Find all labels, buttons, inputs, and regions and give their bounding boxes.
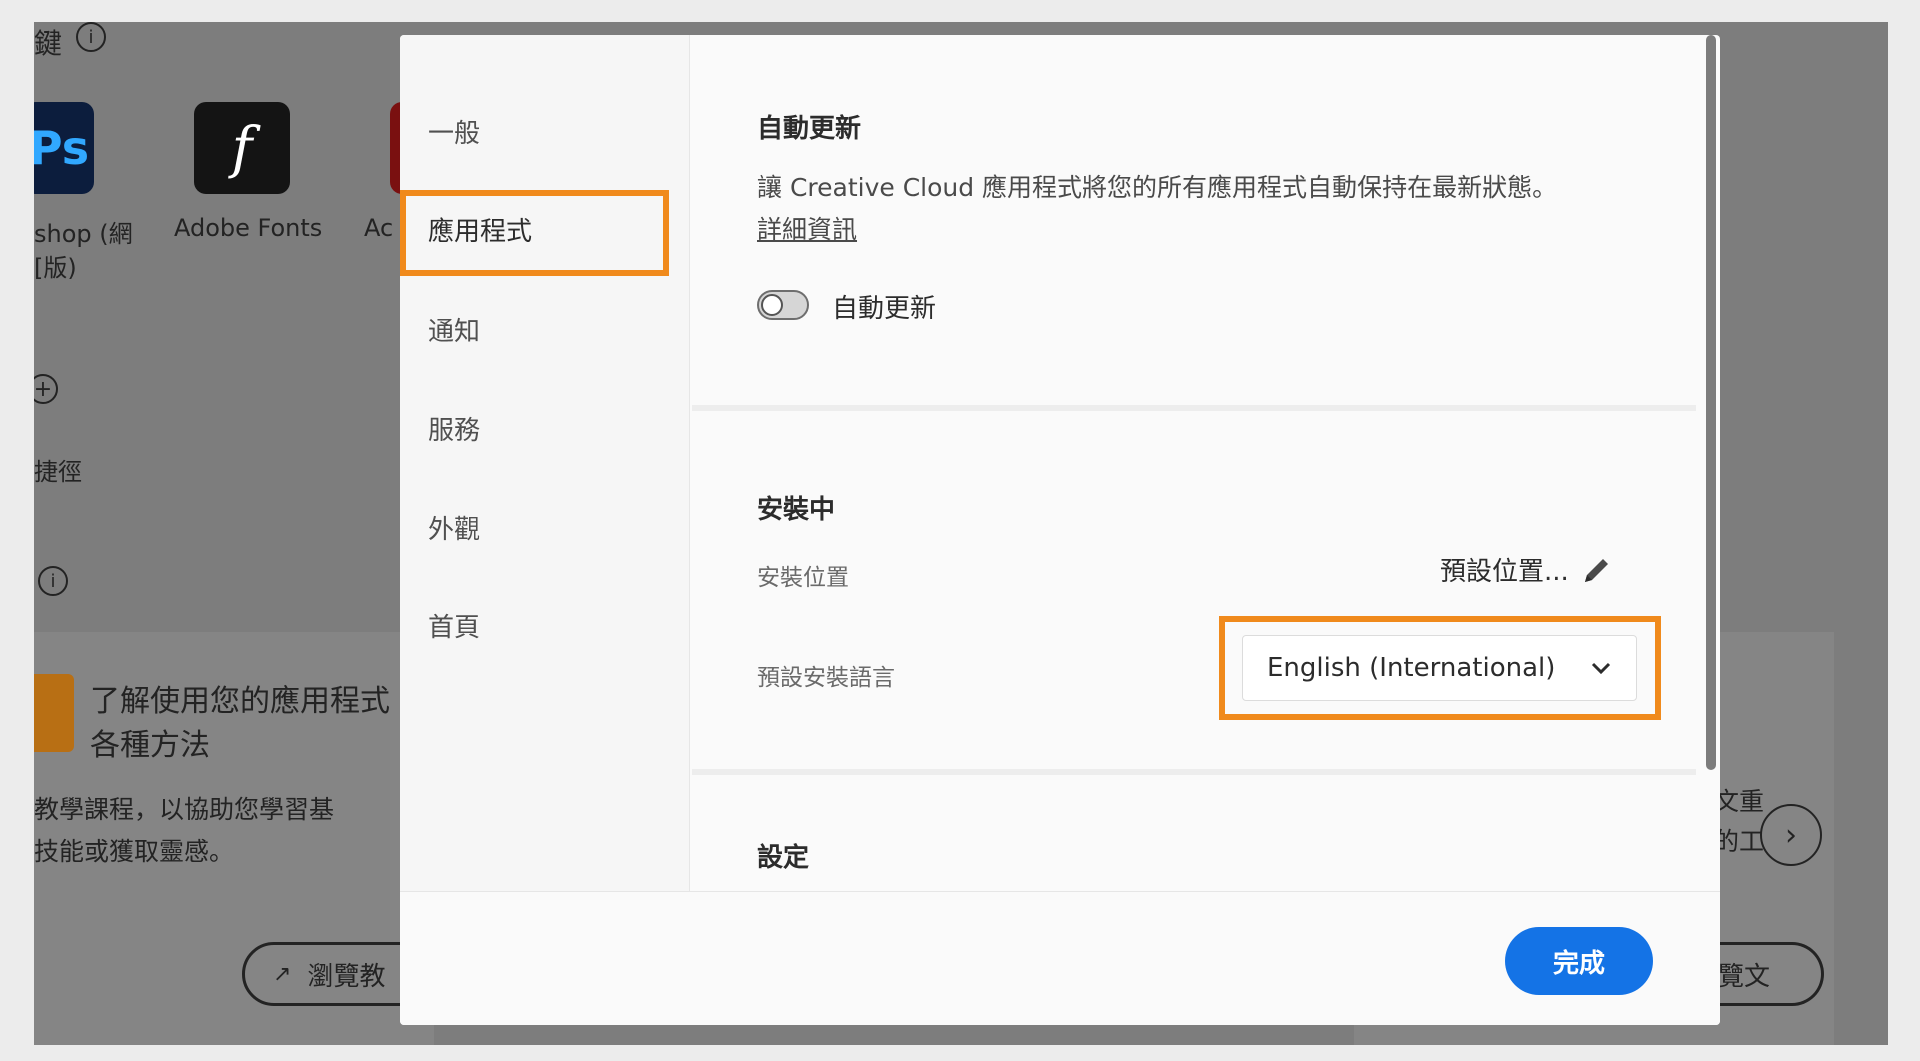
bg-app-label: Adobe Fonts bbox=[174, 214, 323, 242]
content-scrollbar[interactable] bbox=[1706, 35, 1716, 770]
sidebar-item-general[interactable]: 一般 bbox=[428, 113, 480, 150]
bg-app-label: [版) bbox=[34, 254, 77, 282]
external-link-icon: ↗ bbox=[273, 961, 292, 987]
bg-heading-fragment: 鍵 bbox=[34, 27, 63, 60]
bg-learn-desc: 技能或獲取靈感。 bbox=[34, 837, 235, 866]
highlight-language-select bbox=[1219, 616, 1661, 720]
preferences-dialog: 一般 應用程式 通知 服務 外觀 首頁 自動更新 讓 Creative Clou… bbox=[400, 35, 1720, 1025]
bg-info-icon: i bbox=[38, 566, 68, 596]
auto-update-section: 自動更新 讓 Creative Cloud 應用程式將您的所有應用程式自動保持在… bbox=[692, 35, 1696, 405]
bg-card-icon bbox=[34, 674, 74, 752]
highlight-apps-tab bbox=[400, 190, 669, 276]
adobe-fonts-app-icon: f bbox=[194, 102, 290, 194]
sidebar-item-home[interactable]: 首頁 bbox=[428, 607, 480, 644]
install-location-label: 安裝位置 bbox=[757, 565, 849, 591]
done-button[interactable]: 完成 bbox=[1505, 927, 1653, 995]
sidebar-item-appearance[interactable]: 外觀 bbox=[428, 509, 480, 546]
bg-app-label: shop (網 bbox=[34, 220, 133, 248]
settings-section: 設定 bbox=[692, 775, 1696, 891]
bg-learn-title: 了解使用您的應用程式 bbox=[90, 684, 390, 719]
preferences-content: 自動更新 讓 Creative Cloud 應用程式將您的所有應用程式自動保持在… bbox=[692, 35, 1696, 891]
preferences-sidebar: 一般 應用程式 通知 服務 外觀 首頁 bbox=[400, 35, 690, 891]
bg-app-label: Ac bbox=[364, 214, 394, 242]
photoshop-app-icon: Ps bbox=[34, 102, 94, 194]
settings-title: 設定 bbox=[757, 843, 810, 873]
auto-update-title: 自動更新 bbox=[757, 114, 862, 144]
learn-more-link[interactable]: 詳細資訊 bbox=[757, 210, 857, 246]
bg-next-chevron-icon: › bbox=[1760, 804, 1822, 866]
installing-title: 安裝中 bbox=[757, 495, 836, 525]
toggle-knob bbox=[761, 294, 783, 316]
bg-learn-desc: 教學課程，以協助您學習基 bbox=[34, 795, 335, 824]
bg-right-text: 的工 bbox=[1714, 827, 1765, 856]
auto-update-toggle[interactable] bbox=[757, 290, 809, 320]
install-location-value[interactable]: 預設位置... bbox=[1440, 551, 1613, 588]
bg-shortcut-label: 捷徑 bbox=[34, 458, 82, 486]
default-install-language-label: 預設安裝語言 bbox=[757, 665, 895, 691]
bg-learn-title: 各種方法 bbox=[90, 728, 210, 763]
bg-right-text: 文重 bbox=[1714, 787, 1765, 816]
sidebar-item-notifications[interactable]: 通知 bbox=[428, 311, 480, 348]
bg-right-button: 覽文 bbox=[1714, 942, 1824, 1006]
bg-info-icon: i bbox=[76, 22, 106, 52]
pencil-icon bbox=[1584, 558, 1608, 582]
sidebar-item-services[interactable]: 服務 bbox=[428, 410, 480, 447]
auto-update-toggle-label: 自動更新 bbox=[832, 294, 937, 324]
bg-add-icon: + bbox=[34, 374, 58, 404]
auto-update-description: 讓 Creative Cloud 應用程式將您的所有應用程式自動保持在最新狀態。 bbox=[757, 173, 1558, 202]
